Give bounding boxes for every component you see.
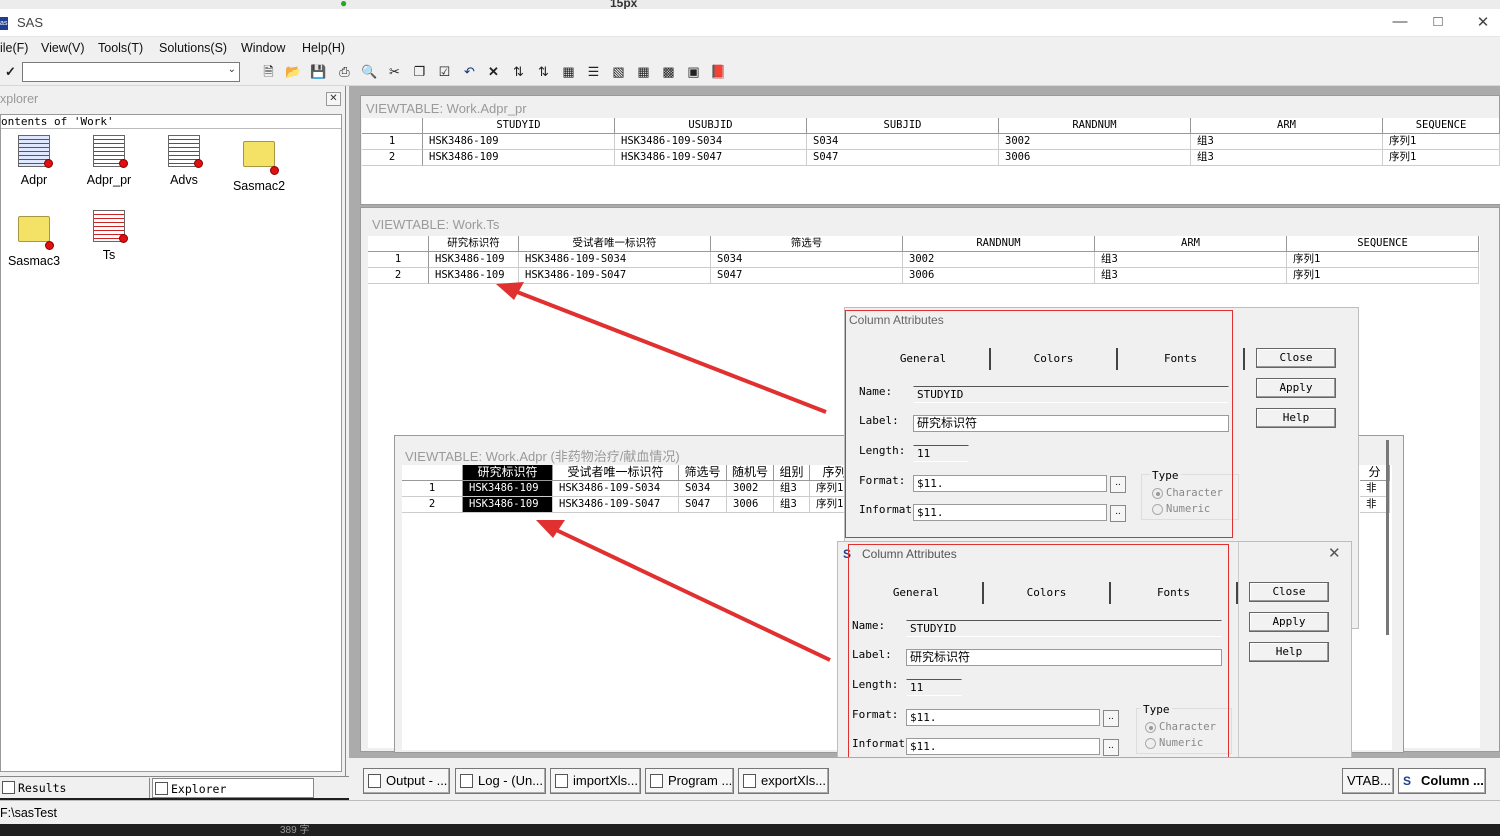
task-output[interactable]: Output - ...: [363, 768, 450, 794]
program-icon: [650, 774, 663, 788]
current-path: F:\sasTest: [0, 806, 57, 820]
os-taskbar: 389 字: [0, 824, 1500, 836]
task-exportxls[interactable]: exportXls...: [738, 768, 829, 794]
task-column-attributes[interactable]: S Column ...: [1398, 768, 1486, 794]
task-program[interactable]: Program ...: [645, 768, 734, 794]
arrowhead-icon: [536, 520, 565, 538]
word-count: 389 字: [280, 825, 310, 836]
annotation-arrow: [551, 526, 831, 662]
program-icon: [743, 774, 756, 788]
task-log[interactable]: Log - (Un...: [455, 768, 546, 794]
program-icon: [555, 774, 568, 788]
task-viewtable[interactable]: VTAB...: [1342, 768, 1394, 794]
window-taskbar: Output - ... Log - (Un... importXls... P…: [349, 757, 1500, 800]
log-icon: [460, 774, 473, 788]
sas-icon: S: [1403, 774, 1412, 788]
task-importxls[interactable]: importXls...: [550, 768, 641, 794]
annotation-arrow: [511, 288, 827, 414]
status-bar: F:\sasTest: [0, 800, 1500, 824]
output-icon: [368, 774, 381, 788]
annotation-arrows: [496, 282, 831, 662]
